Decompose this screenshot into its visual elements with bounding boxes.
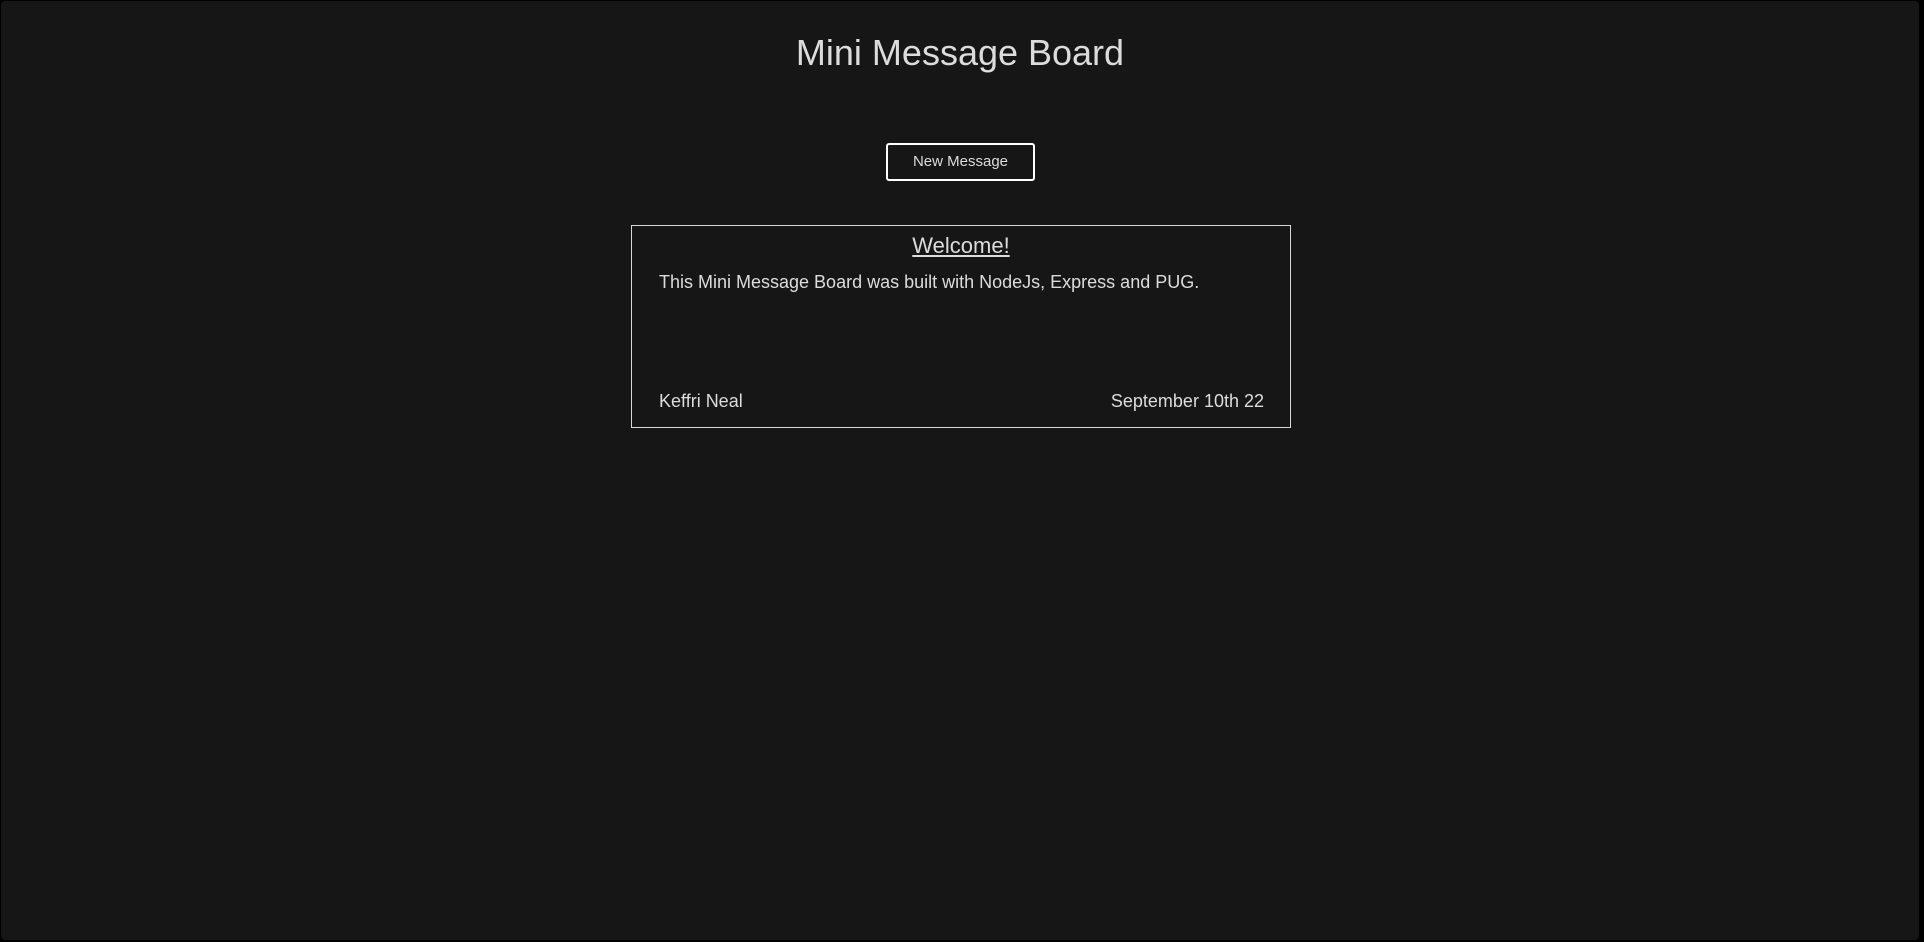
new-message-button[interactable]: New Message (886, 143, 1035, 181)
message-date: September 10th 22 (1110, 391, 1264, 411)
message-card: Welcome! This Mini Message Board was bui… (631, 225, 1291, 428)
message-author: Keffri Neal (659, 391, 743, 411)
message-title: Welcome! (912, 233, 1010, 258)
page-container: Mini Message Board New Message Welcome! … (1, 1, 1919, 940)
message-body: This Mini Message Board was built with N… (659, 272, 1200, 292)
page-title: Mini Message Board (795, 32, 1125, 73)
